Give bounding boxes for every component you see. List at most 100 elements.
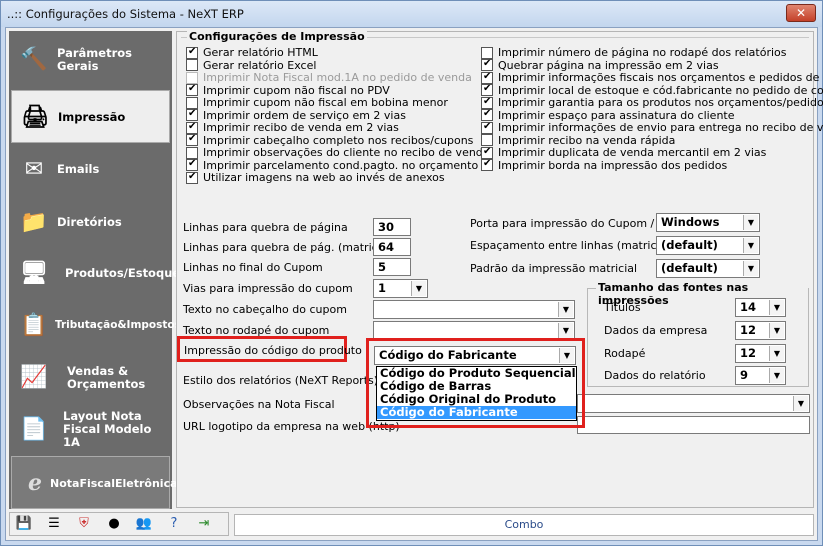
padrao-matricial-select[interactable]: (default) ▼ — [656, 259, 760, 278]
checkbox-checked[interactable] — [186, 171, 198, 184]
chevron-down-icon[interactable]: ▼ — [769, 323, 784, 338]
padrao-matricial-value: (default) — [661, 261, 718, 275]
dados-empresa-select[interactable]: 12 ▼ — [735, 321, 786, 340]
chevron-down-icon[interactable]: ▼ — [558, 323, 573, 338]
checkbox-option[interactable]: Imprimir cupom não fiscal no PDV — [186, 83, 390, 97]
checkbox-checked[interactable] — [481, 121, 493, 134]
chevron-down-icon[interactable]: ▼ — [558, 302, 573, 317]
checkbox-checked[interactable] — [481, 96, 493, 109]
checkbox-option[interactable]: Imprimir informações fiscais nos orçamen… — [481, 71, 823, 84]
checkbox-option[interactable]: Utilizar imagens na web ao invés de anex… — [186, 171, 445, 184]
impressao-codigo-label: Impressão do código do produto — [184, 344, 362, 357]
monitor-icon: 🖥 — [20, 260, 48, 286]
checkbox-checked[interactable] — [186, 83, 198, 96]
checkbox-unchecked[interactable] — [186, 146, 198, 159]
linhas-final-cupom-input[interactable]: 5 — [373, 258, 411, 276]
help-icon[interactable]: ? — [164, 515, 184, 533]
sidebar-item-emails[interactable]: ✉ Emails — [11, 143, 170, 196]
sidebar-item-nfe[interactable]: e NotaFiscalEletrônica — [11, 456, 178, 509]
exit-icon[interactable]: ⇥ — [194, 515, 214, 533]
rodape-select[interactable]: 12 ▼ — [735, 344, 786, 363]
checkbox-option[interactable]: Imprimir cupom não fiscal em bobina meno… — [186, 96, 448, 109]
save-icon[interactable]: 💾 — [14, 515, 34, 533]
sidebar-item-label: Diretórios — [57, 215, 122, 229]
checkbox-unchecked[interactable] — [481, 46, 493, 59]
texto-cabecalho-select[interactable]: ▼ — [373, 300, 575, 319]
sidebar-item-diretorios[interactable]: 📁 Diretórios — [11, 196, 170, 249]
window-title: ..:: Configurações do Sistema - NeXT ERP — [7, 7, 244, 21]
chevron-down-icon[interactable]: ▼ — [743, 261, 758, 276]
checkbox-option[interactable]: Imprimir borda na impressão dos pedidos — [481, 158, 727, 172]
url-logotipo-input[interactable] — [577, 416, 810, 434]
porta-cupom-select[interactable]: Windows ▼ — [656, 213, 760, 232]
checkbox-option[interactable]: Gerar relatório Excel — [186, 59, 316, 72]
close-button[interactable]: ✕ — [786, 4, 816, 22]
linhas-quebra-input[interactable]: 30 — [373, 218, 411, 236]
checkbox-option[interactable]: Imprimir recibo na venda rápida — [481, 134, 675, 147]
checkbox-checked[interactable] — [481, 108, 493, 121]
checkbox-checked[interactable] — [186, 158, 198, 171]
checkbox-checked[interactable] — [481, 71, 493, 84]
users-icon[interactable]: 👥 — [134, 515, 154, 533]
checkbox-checked[interactable] — [481, 158, 493, 171]
checkbox-option[interactable]: Imprimir garantia para os produtos nos o… — [481, 96, 823, 109]
sidebar-item-layout-nota[interactable]: 📄 Layout Nota Fiscal Modelo 1A — [11, 403, 170, 456]
list-icon[interactable]: ☰ — [44, 515, 64, 533]
dados-relatorio-select[interactable]: 9 ▼ — [735, 366, 786, 385]
checkbox-label: Imprimir cabeçalho completo nos recibos/… — [203, 133, 474, 147]
sidebar-item-vendas[interactable]: 📈 Vendas & Orçamentos — [11, 351, 170, 404]
checkbox-label: Imprimir cupom não fiscal em bobina meno… — [203, 96, 448, 109]
linhas-quebra-matricial-label: Linhas para quebra de pág. (matricial) — [183, 241, 395, 254]
checkbox-checked[interactable] — [481, 58, 493, 71]
checkbox-checked[interactable] — [481, 83, 493, 96]
checkbox-option[interactable]: Imprimir ordem de serviço em 2 vias — [186, 108, 406, 122]
chevron-down-icon[interactable]: ▼ — [743, 238, 758, 253]
checkbox-unchecked[interactable] — [186, 96, 198, 109]
group-title: Configurações de Impressão — [187, 30, 367, 43]
checkbox-option[interactable]: Gerar relatório HTML — [186, 46, 318, 59]
linhas-quebra-matricial-input[interactable]: 64 — [373, 238, 411, 256]
sidebar-item-parametros-gerais[interactable]: 🔨 Parâmetros Gerais — [11, 33, 170, 86]
checkbox-checked[interactable] — [186, 108, 198, 121]
checkbox-option[interactable]: Imprimir local de estoque e cód.fabrican… — [481, 83, 823, 97]
espacamento-select[interactable]: (default) ▼ — [656, 236, 760, 255]
checkbox-checked[interactable] — [186, 46, 198, 59]
checkbox-checked[interactable] — [186, 133, 198, 146]
checkbox-option[interactable]: Imprimir espaço para assinatura do clien… — [481, 108, 735, 122]
chevron-down-icon[interactable]: ▼ — [769, 346, 784, 361]
checkbox-option[interactable]: Imprimir recibo de venda em 2 vias — [186, 121, 399, 134]
chevron-down-icon[interactable]: ▼ — [769, 300, 784, 315]
chevron-down-icon[interactable]: ▼ — [743, 215, 758, 230]
bomb-icon[interactable]: ● — [104, 515, 124, 533]
checkbox-option[interactable]: Imprimir número de página no rodapé dos … — [481, 46, 787, 59]
observacoes-nf-select[interactable]: ▼ — [577, 394, 810, 413]
checkbox-label: Imprimir recibo na venda rápida — [498, 133, 676, 147]
checkbox-option[interactable]: Imprimir duplicata de venda mercantil em… — [481, 146, 766, 159]
sidebar-item-label: Produtos/Estoque — [65, 266, 181, 280]
checkbox-label: Imprimir cupom não fiscal no PDV — [203, 83, 390, 97]
printer-icon: 🖨 — [21, 104, 49, 130]
checkbox-checked[interactable] — [186, 121, 198, 134]
checkbox-option[interactable]: Imprimir observações do cliente no recib… — [186, 146, 490, 159]
titulos-select[interactable]: 14 ▼ — [735, 298, 786, 317]
checkbox-unchecked[interactable] — [186, 59, 198, 71]
checkbox-option: Imprimir Nota Fiscal mod.1A no pedido de… — [186, 71, 472, 84]
checkbox-option[interactable]: Imprimir informações de envio para entre… — [481, 121, 823, 134]
sidebar-item-tributacao[interactable]: 📋 Tributação&Impostos — [11, 299, 181, 352]
checkbox-label: Imprimir recibo de venda em 2 vias — [203, 121, 399, 134]
checkbox-option[interactable]: Imprimir cabeçalho completo nos recibos/… — [186, 133, 474, 147]
sidebar-item-impressao[interactable]: 🖨 Impressão — [11, 90, 170, 143]
chevron-down-icon[interactable]: ▼ — [793, 396, 808, 411]
title-bar[interactable]: ..:: Configurações do Sistema - NeXT ERP… — [1, 1, 822, 27]
checkbox-option[interactable]: Quebrar página na impressão em 2 vias — [481, 58, 719, 72]
chevron-down-icon[interactable]: ▼ — [411, 281, 426, 296]
chevron-down-icon[interactable]: ▼ — [769, 368, 784, 383]
bottom-toolbar: 💾 ☰ ⛨ ● 👥 ? ⇥ — [9, 512, 229, 536]
sidebar-item-produtos-estoque[interactable]: 🖥 Produtos/Estoque — [11, 247, 180, 300]
checkbox-option[interactable]: Imprimir parcelamento cond.pagto. no orç… — [186, 158, 478, 172]
sidebar-item-label: Parâmetros Gerais — [57, 45, 133, 73]
checkbox-unchecked[interactable] — [481, 134, 493, 146]
checkbox-checked[interactable] — [481, 146, 493, 159]
shield-icon[interactable]: ⛨ — [74, 515, 94, 533]
vias-cupom-select[interactable]: 1 ▼ — [373, 279, 428, 298]
